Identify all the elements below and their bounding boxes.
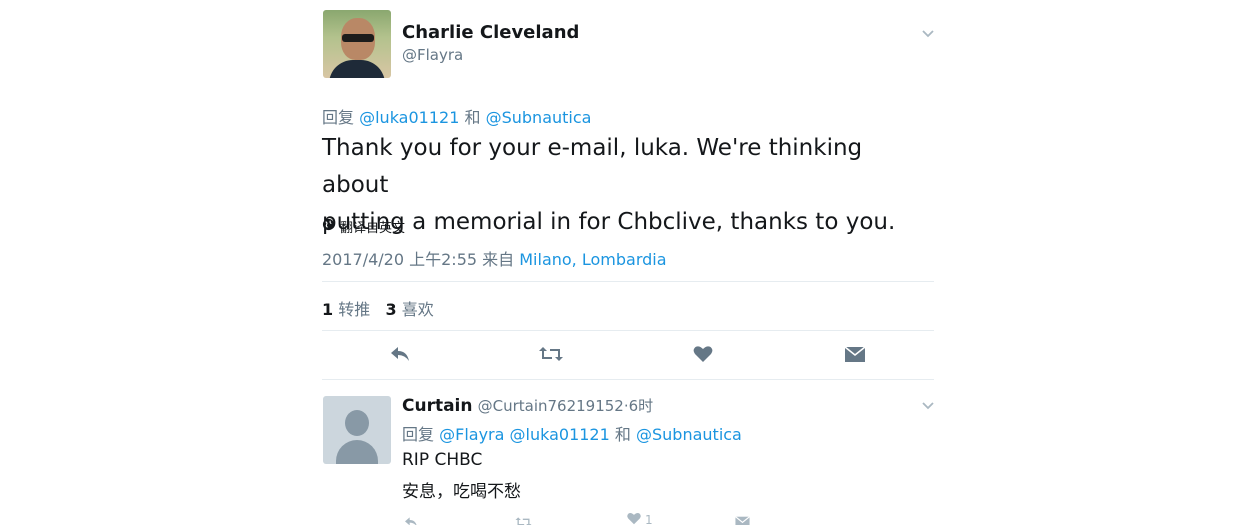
retweet-count: 1 (322, 300, 334, 319)
retweet-label: 转推 (338, 300, 371, 319)
mention-link[interactable]: @luka01121 (359, 108, 459, 127)
mention-link[interactable]: @Flayra (439, 425, 504, 444)
reply-context: 回复 @Flayra @luka01121 和 @Subnautica (402, 421, 742, 445)
reply-prefix: 回复 (322, 108, 355, 127)
author-name[interactable]: Charlie Cleveland (402, 22, 579, 43)
like-count: 1 (645, 513, 653, 525)
avatar-sunglasses (342, 34, 374, 42)
envelope-icon[interactable] (734, 513, 751, 525)
reply-conjunction: 和 (464, 108, 481, 127)
like-button[interactable]: 1 (626, 512, 653, 525)
chevron-down-icon[interactable] (921, 27, 935, 43)
reply-author-avatar[interactable] (323, 396, 391, 464)
reply-header: Curtain @Curtain76219152·6时 (402, 395, 653, 416)
reply-icon[interactable] (402, 513, 420, 525)
default-avatar-head (345, 410, 369, 436)
tweet-timestamp: 2017/4/20 上午2:55 来自 Milano, Lombardia (322, 246, 667, 270)
engagement-counts: 1 转推 3 喜欢 (322, 296, 434, 320)
reply-icon[interactable] (389, 345, 411, 367)
reply-author-handle[interactable]: @Curtain76219152 (478, 397, 624, 415)
author-handle[interactable]: @Flayra (402, 46, 463, 64)
timestamp-text[interactable]: 2017/4/20 上午2:55 来自 (322, 250, 514, 269)
location-link[interactable]: Milano, Lombardia (519, 250, 666, 269)
globe-icon (322, 218, 335, 235)
tweet-text-line: putting a memorial in for Chbclive, than… (322, 209, 896, 235)
reply-conjunction: 和 (614, 425, 631, 444)
reply-time[interactable]: 6时 (629, 397, 654, 415)
heart-icon[interactable] (693, 345, 713, 367)
mention-link[interactable]: @Subnautica (636, 425, 742, 444)
chevron-down-icon[interactable] (921, 399, 935, 415)
retweet-icon[interactable] (538, 345, 564, 367)
reply-text-line: 安息，吃喝不愁 (402, 482, 521, 502)
reply-text-line: RIP CHBC (402, 450, 483, 470)
reply-prefix: 回复 (402, 425, 435, 444)
reply-context: 回复 @luka01121 和 @Subnautica (322, 104, 591, 128)
translate-label: 翻译自英文 (340, 221, 406, 236)
divider (322, 379, 934, 380)
translate-button[interactable]: 翻译自英文 (322, 217, 405, 236)
tweet-text: Thank you for your e-mail, luka. We're t… (322, 130, 922, 241)
divider (322, 281, 934, 282)
like-label: 喜欢 (401, 300, 434, 319)
mention-link[interactable]: @luka01121 (510, 425, 610, 444)
tweet-detail-page: Charlie Cleveland @Flayra 回复 @luka01121 … (0, 0, 1256, 525)
like-count: 3 (385, 300, 397, 319)
retweet-icon[interactable] (513, 513, 534, 525)
like-count-link[interactable]: 3 喜欢 (386, 300, 434, 319)
tweet-text-line: Thank you for your e-mail, luka. We're t… (322, 135, 863, 198)
retweet-count-link[interactable]: 1 转推 (322, 300, 370, 319)
reply-author-name[interactable]: Curtain (402, 396, 473, 416)
default-avatar-body (336, 440, 378, 464)
divider (322, 330, 934, 331)
heart-icon (626, 512, 642, 525)
envelope-icon[interactable] (844, 346, 866, 367)
avatar-shirt (329, 60, 385, 78)
mention-link[interactable]: @Subnautica (486, 108, 592, 127)
author-avatar[interactable] (323, 10, 391, 78)
